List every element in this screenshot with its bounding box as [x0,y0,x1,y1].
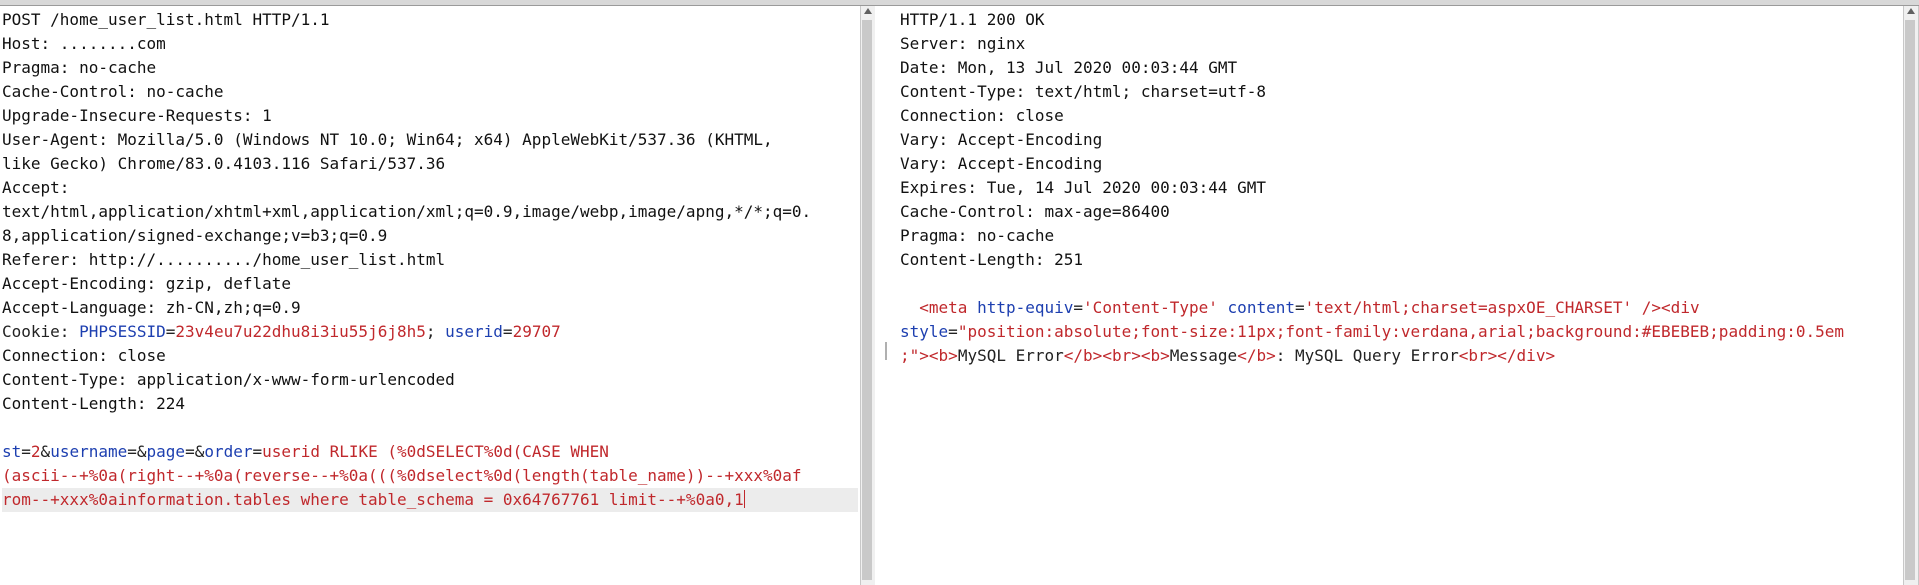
header-user-agent: User-Agent: Mozilla/5.0 (Windows NT 10.0… [2,130,773,149]
header-upgrade-insecure: Upgrade-Insecure-Requests: 1 [2,106,272,125]
status-line: HTTP/1.1 200 OK [900,10,1045,29]
text-cursor [743,490,745,508]
attr-eq: = [948,322,958,341]
header-pragma: Pragma: no-cache [2,58,157,77]
header-accept-encoding: Accept-Encoding: gzip, deflate [2,274,291,293]
request-text[interactable]: POST /home_user_list.html HTTP/1.1 Host:… [0,6,858,512]
param-page-key: page [146,442,186,461]
request-editor[interactable]: POST /home_user_list.html HTTP/1.1 Host:… [0,6,858,585]
body-line-3: rom--+xxx%0ainformation.tables where tab… [2,488,858,512]
header-cache-control: Cache-Control: no-cache [2,82,224,101]
pane-splitter[interactable] [875,6,897,585]
header-content-length: Content-Length: 251 [900,250,1084,269]
header-expires: Expires: Tue, 14 Jul 2020 00:03:44 GMT [900,178,1267,197]
header-host: Host: ........com [2,34,166,53]
header-cookie: Cookie: PHPSESSID=23v4eu7u22dhu8i3iu55j6… [2,320,858,344]
cookie-value-phpsessid: 23v4eu7u22dhu8i3iu55j6j8h5 [175,322,426,341]
tag-b-close: </b> [1063,346,1103,365]
tag-div-open: <div [1661,298,1700,317]
header-vary: Vary: Accept-Encoding [900,154,1103,173]
header-date: Date: Mon, 13 Jul 2020 00:03:44 GMT [900,58,1238,77]
tag-lt: < [919,298,929,317]
cookie-eq: = [165,322,176,341]
response-scrollbar[interactable] [1903,6,1919,585]
header-pragma: Pragma: no-cache [900,226,1055,245]
response-text[interactable]: HTTP/1.1 200 OK Server: nginx Date: Mon,… [898,6,1902,368]
header-user-agent-cont: like Gecko) Chrome/83.0.4103.116 Safari/… [2,154,446,173]
attr-value-style: "position:absolute;font-size:11px;font-f… [957,322,1845,341]
cookie-key-phpsessid: PHPSESSID [79,322,166,341]
response-viewer[interactable]: HTTP/1.1 200 OK Server: nginx Date: Mon,… [898,6,1902,585]
attr-value-content-type: 'Content-Type' [1083,298,1218,317]
body-line-1: st=2&username=&page=&order=userid RLIKE … [2,442,609,461]
header-connection: Connection: close [2,346,166,365]
tag-b-close: </b> [1237,346,1276,365]
tag-meta: meta [928,298,968,317]
text-message: Message [1169,346,1238,365]
cookie-separator: ; [425,322,446,341]
text-mysql-error: MySQL Error [957,346,1064,365]
cookie-key-userid: userid [445,322,503,341]
header-connection: Connection: close [900,106,1064,125]
html-line-1: <meta http-equiv='Content-Type' content=… [900,296,1902,320]
splitter-grip-icon[interactable] [885,342,887,360]
header-accept: Accept: [2,178,70,197]
param-order-value: userid RLIKE (%0dSELECT%0d(CASE WHEN [262,442,609,461]
attr-style: style [900,322,949,341]
tag-br: <br> [1458,346,1498,365]
tag-close: /> [1641,298,1662,317]
header-accept-value-cont: 8,application/signed-exchange;v=b3;q=0.9 [2,226,388,245]
header-cache-control: Cache-Control: max-age=86400 [900,202,1170,221]
attr-eq: = [1294,298,1305,317]
param-order-key: order [204,442,253,461]
attr-content: content [1227,298,1295,317]
html-line-3: ;"><b>MySQL Error</b><br><b>Message</b>:… [900,344,1902,368]
tag-br: <br> [1102,346,1141,365]
param-order-value-cont: (ascii--+%0a(right--+%0a(reverse--+%0a((… [2,466,802,485]
header-content-length: Content-Length: 224 [2,394,186,413]
param-order-value-end: rom--+xxx%0ainformation.tables where tab… [2,490,744,509]
tag-b-open: <b> [928,346,958,365]
attr-http-equiv: http-equiv [977,298,1074,317]
request-scrollbar[interactable] [860,6,876,585]
text-query-error: : MySQL Query Error [1275,346,1459,365]
header-content-type: Content-Type: text/html; charset=utf-8 [900,82,1267,101]
header-server: Server: nginx [900,34,1026,53]
attr-value-style-end: ;" [900,346,920,365]
header-content-type: Content-Type: application/x-www-form-url… [2,370,455,389]
cookie-eq: = [502,322,513,341]
body-line-2: (ascii--+%0a(right--+%0a(reverse--+%0a((… [2,464,858,488]
html-line-2: style="position:absolute;font-size:11px;… [900,320,1902,344]
header-accept-language: Accept-Language: zh-CN,zh;q=0.9 [2,298,301,317]
header-vary: Vary: Accept-Encoding [900,130,1103,149]
cookie-value-userid: 29707 [512,322,561,341]
scroll-thumb[interactable] [862,20,872,580]
tag-b-open: <b> [1140,346,1170,365]
param-st-key: st [2,442,22,461]
cookie-label: Cookie: [2,322,80,341]
header-referer: Referer: http://........../home_user_lis… [2,250,446,269]
header-accept-value: text/html,application/xhtml+xml,applicat… [2,202,812,221]
param-username-key: username [50,442,128,461]
scroll-thumb[interactable] [1905,20,1915,580]
tag-gt: > [919,346,929,365]
attr-value-charset: 'text/html;charset=aspxOE_CHARSET' [1304,298,1633,317]
scroll-up-icon[interactable] [1907,8,1915,14]
tag-div-close: </div> [1497,346,1556,365]
attr-eq: = [1073,298,1084,317]
scroll-up-icon[interactable] [864,8,872,14]
request-line: POST /home_user_list.html HTTP/1.1 [2,10,330,29]
param-st-value: 2 [30,442,41,461]
